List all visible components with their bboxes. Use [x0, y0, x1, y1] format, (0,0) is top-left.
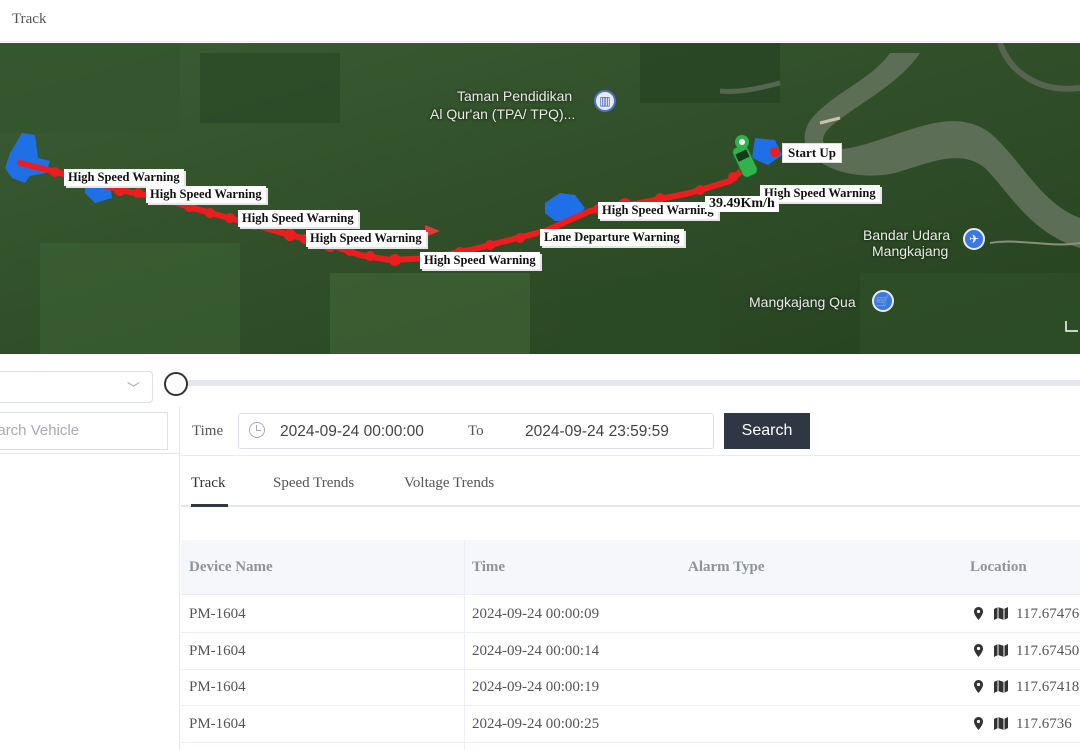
- date-range-picker[interactable]: 2024-09-24 00:00:00 To 2024-09-24 23:59:…: [238, 413, 714, 449]
- map-icon[interactable]: [994, 680, 1008, 693]
- alarm-label[interactable]: High Speed Warning: [238, 210, 358, 227]
- map-view[interactable]: Taman Pendidikan Al Qur'an (TPA/ TPQ)...…: [0, 43, 1080, 354]
- panel-divider: [0, 453, 180, 454]
- map-icon[interactable]: [994, 607, 1008, 620]
- tab-voltage-trends[interactable]: Voltage Trends: [404, 475, 494, 492]
- location-pin-icon[interactable]: [974, 717, 983, 730]
- playback-slider-track[interactable]: [180, 380, 1080, 386]
- table-row[interactable]: PM-1604 2024-09-24 00:00:25 117.6736: [181, 706, 1080, 743]
- location-pin-icon[interactable]: [974, 644, 983, 657]
- search-button[interactable]: Search: [724, 413, 810, 449]
- playback-speed-select[interactable]: ﹀: [0, 371, 153, 403]
- cell-device: PM-1604: [189, 606, 246, 622]
- cell-device: PM-1604: [189, 679, 246, 695]
- cell-location[interactable]: 117.6736: [1016, 716, 1072, 733]
- table-row[interactable]: PM-1604 2024-09-24 00:00:09 117.67476: [181, 596, 1080, 633]
- map-icon[interactable]: [994, 717, 1008, 730]
- alarm-label[interactable]: High Speed Warning: [146, 186, 266, 203]
- alarm-label[interactable]: High Speed Warning: [420, 252, 540, 269]
- end-time-value[interactable]: 2024-09-24 23:59:59: [525, 423, 669, 441]
- vehicle-speed-label: 39.49Km/h: [705, 196, 779, 212]
- main-content: Time 2024-09-24 00:00:00 To 2024-09-24 2…: [181, 407, 1080, 750]
- tab-track[interactable]: Track: [191, 475, 225, 492]
- tab-speed-trends[interactable]: Speed Trends: [273, 475, 354, 492]
- page-header: Track: [0, 0, 1080, 42]
- map-icon[interactable]: [994, 644, 1008, 657]
- column-header-location[interactable]: Location: [970, 559, 1027, 576]
- location-pin-icon[interactable]: [974, 680, 983, 693]
- alarm-label[interactable]: High Speed Warning: [598, 202, 718, 219]
- cell-location[interactable]: 117.67476: [1016, 606, 1079, 623]
- place-label-airport-name: Bandar Udara: [863, 227, 951, 243]
- to-label: To: [468, 423, 484, 439]
- cell-location[interactable]: 117.67418: [1016, 679, 1079, 696]
- clock-icon: [249, 422, 265, 438]
- vehicle-search-placeholder: Search Vehicle: [0, 422, 80, 439]
- alarm-label[interactable]: Lane Departure Warning: [540, 229, 684, 246]
- place-label-airport-line2: Mangkajang: [872, 243, 949, 259]
- playback-bar: ﹀: [0, 355, 1080, 407]
- time-label: Time: [192, 423, 224, 439]
- cell-device: PM-1604: [189, 643, 246, 659]
- place-label-taman-line2: Al Qur'an (TPA/ TPQ)...: [430, 106, 576, 122]
- chevron-down-icon: ﹀: [126, 382, 140, 397]
- table-row[interactable]: PM-1604 2024-09-24 00:00:14 117.67450: [181, 633, 1080, 670]
- start-time-value[interactable]: 2024-09-24 00:00:00: [280, 423, 424, 441]
- shop-poi-icon[interactable]: 🛒: [872, 290, 894, 312]
- cell-time: 2024-09-24 00:00:25: [472, 716, 600, 732]
- vehicle-panel: Search Vehicle 4 7: [0, 407, 180, 750]
- playback-slider-handle[interactable]: [164, 372, 188, 396]
- active-tab-indicator: [191, 504, 228, 507]
- cell-time: 2024-09-24 00:00:09: [472, 606, 600, 622]
- cell-time: 2024-09-24 00:00:14: [472, 643, 600, 659]
- table-row[interactable]: PM-1604 2024-09-24 00:00:19 117.67418: [181, 669, 1080, 706]
- alarm-label[interactable]: High Speed Warning: [64, 169, 184, 186]
- column-header-time[interactable]: Time: [472, 559, 505, 576]
- school-poi-icon[interactable]: ▥: [594, 90, 616, 112]
- place-label-shop: Mangkajang Qua: [749, 294, 856, 310]
- column-header-device-name[interactable]: Device Name: [189, 559, 273, 576]
- column-header-alarm-type[interactable]: Alarm Type: [688, 559, 765, 576]
- start-up-label[interactable]: Start Up: [782, 143, 843, 163]
- filter-bar: Time 2024-09-24 00:00:00 To 2024-09-24 2…: [181, 407, 1080, 455]
- alarm-label[interactable]: High Speed Warning: [306, 230, 426, 247]
- place-label-taman-name: Taman Pendidikan: [457, 88, 573, 104]
- cell-time: 2024-09-24 00:00:19: [472, 679, 600, 695]
- tab-bar: Track Speed Trends Voltage Trends: [181, 456, 1080, 507]
- cell-device: PM-1604: [189, 716, 246, 732]
- cell-location[interactable]: 117.67450: [1016, 643, 1079, 660]
- table-header: Device Name Time Alarm Type Location: [181, 540, 1080, 595]
- airport-poi-icon[interactable]: ✈: [963, 228, 985, 250]
- vehicle-search-input[interactable]: Search Vehicle: [0, 412, 168, 450]
- page-title: Track: [12, 11, 47, 27]
- location-pin-icon[interactable]: [974, 607, 983, 620]
